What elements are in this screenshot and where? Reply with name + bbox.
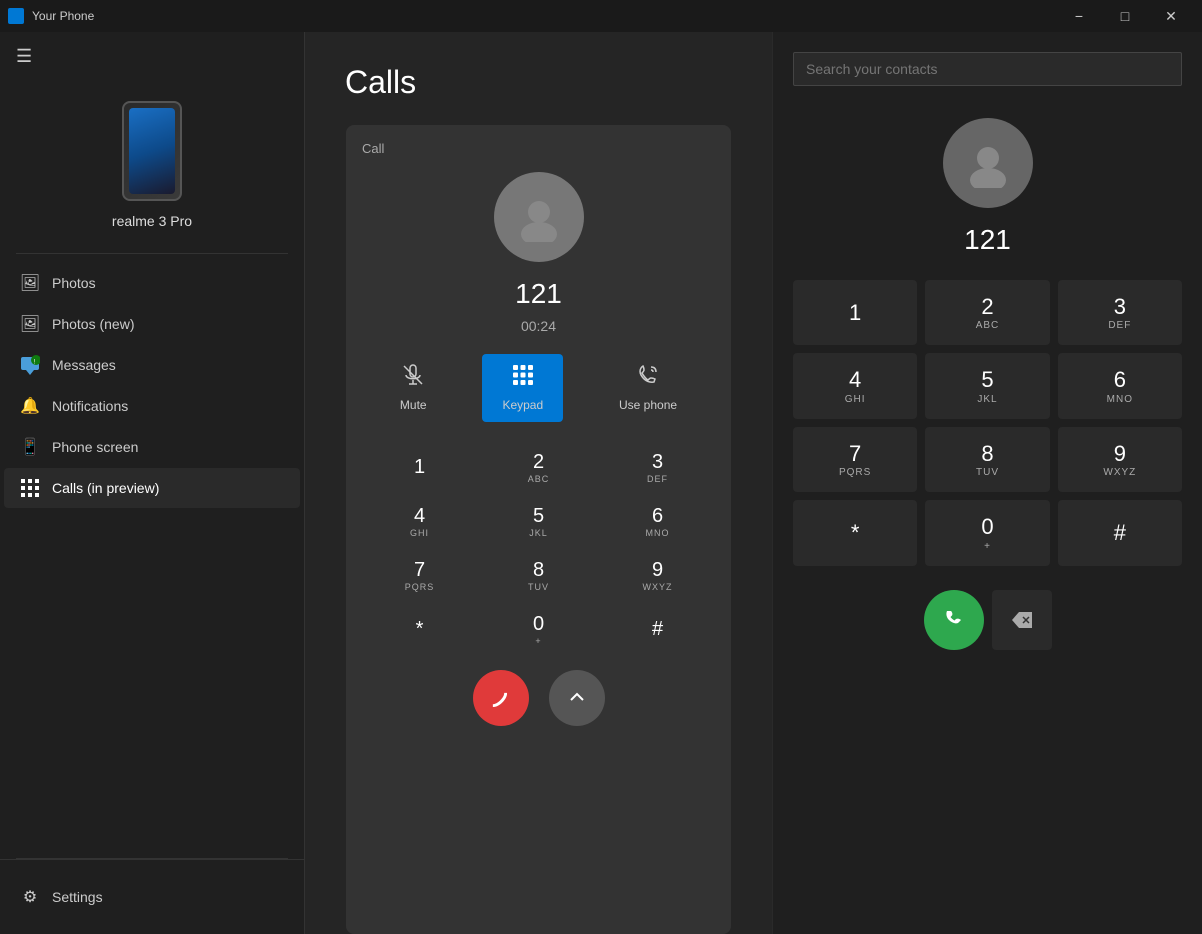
right-keypad-key-0[interactable]: 0+ [925, 500, 1049, 565]
sidebar-item-photos[interactable]: 🖼 Photos [4, 263, 300, 303]
mute-label: Mute [400, 398, 427, 412]
notifications-icon: 🔔 [20, 396, 40, 416]
maximize-button[interactable]: □ [1102, 0, 1148, 32]
keypad-key-0[interactable]: 0+ [481, 604, 596, 654]
right-keypad-key-3[interactable]: 3DEF [1058, 280, 1182, 345]
minimize-button[interactable]: − [1056, 0, 1102, 32]
right-keypad-grid: 12ABC3DEF 4GHI5JKL6MNO 7PQRS8TUV9WXYZ *0+# [793, 280, 1182, 566]
right-keypad-key-2[interactable]: 2ABC [925, 280, 1049, 345]
right-caller-avatar [943, 118, 1033, 208]
phone-card-area: Call 121 00:24 [305, 125, 772, 934]
sidebar-item-photos-new[interactable]: 🖼 Photos (new) [4, 304, 300, 344]
right-keypad-key-7[interactable]: 7PQRS [793, 427, 917, 492]
right-keypad-key-8[interactable]: 8TUV [925, 427, 1049, 492]
keypad-key-#[interactable]: # [600, 604, 715, 654]
keypad-key-2[interactable]: 2ABC [481, 442, 596, 492]
sidebar-item-label: Photos [52, 275, 96, 291]
right-keypad-key-6[interactable]: 6MNO [1058, 353, 1182, 418]
messages-icon: ! [20, 355, 40, 375]
app-logo-icon [8, 8, 24, 24]
phone-screen-icon: 📱 [20, 437, 40, 457]
app-title: Your Phone [32, 9, 94, 23]
sidebar-item-label: Messages [52, 357, 116, 373]
device-section: realme 3 Pro [0, 81, 304, 253]
backspace-button[interactable] [992, 590, 1052, 650]
settings-label: Settings [52, 889, 103, 905]
right-panel: 121 12ABC3DEF 4GHI5JKL6MNO 7PQRS8TUV9WXYZ *… [772, 32, 1202, 934]
keypad-grid: 12ABC3DEF 4GHI5JKL6MNO 7PQRS8TUV9WXYZ *0+# [362, 442, 715, 654]
mute-button[interactable]: Mute [380, 354, 447, 422]
app-body: ☰ realme 3 Pro 🖼 Photos 🖼 Photos (new) [0, 32, 1202, 934]
sidebar-item-label: Phone screen [52, 439, 138, 455]
keypad-key-*[interactable]: * [362, 604, 477, 654]
titlebar: Your Phone − □ ✕ [0, 0, 1202, 32]
phone-image [122, 101, 182, 201]
caller-avatar [494, 172, 584, 262]
settings-icon: ⚙ [20, 887, 40, 907]
right-call-number: 121 [964, 224, 1011, 256]
main-panel: Calls Call 121 00:24 [305, 32, 772, 934]
right-keypad-key-*[interactable]: * [793, 500, 917, 565]
keypad-key-3[interactable]: 3DEF [600, 442, 715, 492]
hamburger-icon: ☰ [16, 46, 32, 66]
sidebar-item-label: Notifications [52, 398, 128, 414]
keypad-key-1[interactable]: 1 [362, 442, 477, 492]
hamburger-menu-button[interactable]: ☰ [0, 32, 304, 81]
keypad-key-7[interactable]: 7PQRS [362, 550, 477, 600]
use-phone-button[interactable]: Use phone [599, 354, 697, 422]
sidebar-bottom: ⚙ Settings [0, 859, 304, 934]
sidebar: ☰ realme 3 Pro 🖼 Photos 🖼 Photos (new) [0, 32, 305, 934]
search-box [793, 52, 1182, 86]
right-keypad-key-#[interactable]: # [1058, 500, 1182, 565]
calls-icon [20, 478, 40, 498]
sidebar-item-notifications[interactable]: 🔔 Notifications [4, 386, 300, 426]
sidebar-item-messages[interactable]: ! Messages [4, 345, 300, 385]
use-phone-icon [637, 364, 659, 392]
titlebar-left: Your Phone [8, 8, 94, 24]
photos-icon: 🖼 [20, 273, 40, 293]
sidebar-nav: 🖼 Photos 🖼 Photos (new) ! Messages [0, 254, 304, 858]
hide-keypad-button[interactable] [549, 670, 605, 726]
search-input[interactable] [793, 52, 1182, 86]
right-keypad-key-1[interactable]: 1 [793, 280, 917, 345]
keypad-key-5[interactable]: 5JKL [481, 496, 596, 546]
sidebar-item-calls[interactable]: Calls (in preview) [4, 468, 300, 508]
end-call-button[interactable] [473, 670, 529, 726]
use-phone-label: Use phone [619, 398, 677, 412]
close-button[interactable]: ✕ [1148, 0, 1194, 32]
call-bottom-buttons [473, 670, 605, 726]
call-timer: 00:24 [521, 318, 556, 334]
page-title: Calls [305, 32, 772, 125]
keypad-key-8[interactable]: 8TUV [481, 550, 596, 600]
sidebar-item-phone-screen[interactable]: 📱 Phone screen [4, 427, 300, 467]
right-keypad-key-4[interactable]: 4GHI [793, 353, 917, 418]
keypad-key-9[interactable]: 9WXYZ [600, 550, 715, 600]
keypad-label: Keypad [502, 398, 543, 412]
mute-icon [402, 364, 424, 392]
device-name: realme 3 Pro [112, 213, 192, 229]
window-controls: − □ ✕ [1056, 0, 1194, 32]
call-card: Call 121 00:24 [346, 125, 731, 934]
right-bottom-buttons [793, 590, 1182, 650]
keypad-key-4[interactable]: 4GHI [362, 496, 477, 546]
sidebar-item-settings[interactable]: ⚙ Settings [4, 877, 300, 917]
call-button[interactable] [924, 590, 984, 650]
right-keypad-key-5[interactable]: 5JKL [925, 353, 1049, 418]
card-label: Call [362, 141, 384, 156]
photos-new-icon: 🖼 [20, 314, 40, 334]
keypad-button[interactable]: Keypad [482, 354, 563, 422]
call-action-buttons: Mute [362, 354, 715, 422]
right-keypad-key-9[interactable]: 9WXYZ [1058, 427, 1182, 492]
call-number: 121 [515, 278, 562, 310]
keypad-icon [512, 364, 534, 392]
keypad-key-6[interactable]: 6MNO [600, 496, 715, 546]
sidebar-item-label: Photos (new) [52, 316, 134, 332]
sidebar-item-label: Calls (in preview) [52, 480, 159, 496]
